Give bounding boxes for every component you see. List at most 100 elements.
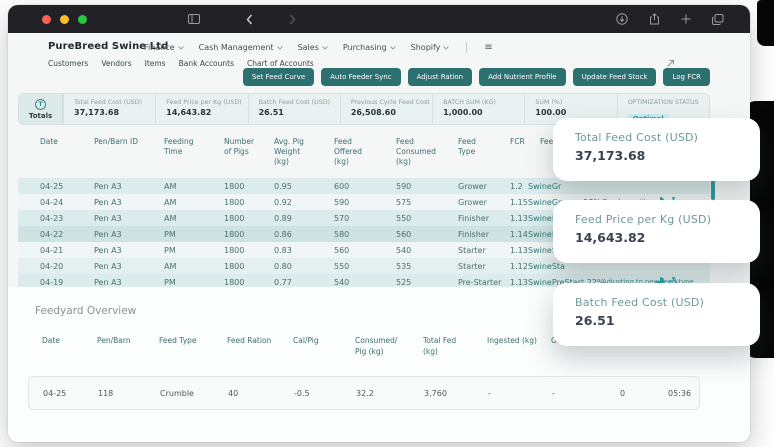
titlebar — [8, 5, 750, 33]
cell-date: 04-24 — [18, 194, 78, 211]
cell-offered: 550 — [318, 258, 380, 275]
kpi-card-value: 26.51 — [575, 313, 615, 328]
cell-offered: 560 — [318, 242, 380, 259]
feed-col-header-0: Date — [40, 137, 58, 146]
cell-fcr: 1.13 — [494, 210, 528, 227]
nav-item-4[interactable]: Shopify — [411, 43, 450, 52]
hamburger-menu-icon[interactable]: ≡ — [484, 42, 492, 53]
kpi-card-feed-price: Feed Price per Kg (USD) 14,643.82 — [553, 200, 760, 263]
nav-item-3[interactable]: Purchasing — [343, 43, 396, 52]
cell-weight: 0.83 — [258, 242, 318, 259]
overview-cell-3: 40 — [228, 388, 239, 398]
cell-offered: 600 — [318, 178, 380, 195]
subnav-item-2[interactable]: Items — [145, 59, 166, 68]
cell-date: 04-25 — [18, 178, 78, 195]
chevron-down-icon — [322, 45, 328, 50]
overview-row[interactable]: 04-25 118 Crumble 40 -0.5 32.2 3,760 - - 0 05:36 — [28, 376, 700, 410]
downloads-icon[interactable] — [616, 13, 628, 25]
subnav-item-4[interactable]: Chart of Accounts — [247, 59, 314, 68]
share-icon[interactable] — [649, 13, 660, 25]
chevron-down-icon — [443, 45, 450, 50]
subnav-item-1[interactable]: Vendors — [101, 59, 131, 68]
totals-item-value: 14,643.82 — [166, 108, 212, 117]
totals-item-3: Previous Cycle Feed Cost 26,508.60 — [339, 94, 432, 124]
totals-tab[interactable]: T Totals — [19, 94, 63, 124]
totals-status-label: OPTIMIZATION STATUS — [627, 99, 699, 106]
cell-consumed: 535 — [380, 258, 442, 275]
cell-offered: 570 — [318, 210, 380, 227]
nav-item-2[interactable]: Sales — [298, 43, 328, 52]
cell-type: Grower — [442, 178, 494, 195]
action-button-4[interactable]: Update Feed Stock — [572, 68, 657, 86]
action-button-2[interactable]: Adjust Ration — [407, 68, 473, 86]
feed-col-header-6: Feed Consumed (kg) — [396, 137, 436, 166]
nav-item-1[interactable]: Cash Management — [199, 43, 283, 52]
overview-cell-1: 118 — [98, 388, 114, 398]
action-button-3[interactable]: Add Nutrient Profile — [479, 68, 566, 86]
tabs-overview-icon[interactable] — [712, 13, 724, 25]
cell-pigs: 1800 — [208, 178, 258, 195]
close-window-button[interactable] — [42, 14, 51, 24]
totals-item-value: 37,173.68 — [74, 108, 120, 117]
main-nav: Finance Cash Management Sales Purchasing Sho… — [144, 42, 493, 53]
back-icon[interactable] — [246, 14, 253, 25]
subnav-item-0[interactable]: Customers — [48, 59, 88, 68]
sidebar-toggle-icon[interactable] — [188, 14, 200, 24]
totals-item-2: Batch Feed Cost (USD) 26.51 — [247, 94, 340, 124]
cell-fcr: 1.14 — [494, 226, 528, 243]
cell-pen: Pen A3 — [78, 194, 148, 211]
feed-col-header-8: FCR — [510, 137, 525, 146]
kpi-card-value: 14,643.82 — [575, 230, 646, 245]
totals-item-value: 26.51 — [258, 108, 284, 117]
cell-pen: Pen A3 — [78, 210, 148, 227]
action-button-1[interactable]: Auto Feeder Sync — [321, 68, 401, 86]
cell-type: Starter — [442, 258, 494, 275]
cell-type: Grower — [442, 194, 494, 211]
action-button-0[interactable]: Set Feed Curve — [242, 68, 315, 86]
cell-date: 04-21 — [18, 242, 78, 259]
action-button-5[interactable]: Log FCR — [663, 68, 710, 86]
feed-col-header-2: Feeding Time — [164, 137, 194, 156]
cell-pigs: 1800 — [208, 226, 258, 243]
cell-fcr: 1.2 — [494, 178, 524, 195]
cell-weight: 0.92 — [258, 194, 318, 211]
totals-item-1: Feed Price per Kg (USD) 14,643.82 — [155, 94, 247, 124]
cell-offered: 580 — [318, 226, 380, 243]
cell-time: AM — [148, 194, 208, 211]
overview-col-header-1: Pen/Barn — [97, 336, 131, 345]
totals-item-value: 1,000.00 — [443, 108, 483, 117]
cell-fcr: 1.13 — [494, 242, 528, 259]
overview-cell-9: 0 — [620, 388, 626, 398]
cell-date: 04-22 — [18, 226, 78, 243]
cell-weight: 0.95 — [258, 178, 318, 195]
kpi-card-batch-feed-cost: Batch Feed Cost (USD) 26.51 — [553, 283, 760, 346]
chevron-down-icon — [177, 45, 184, 50]
minimize-window-button[interactable] — [60, 14, 69, 24]
cell-pen: Pen A3 — [78, 242, 148, 259]
overview-cell-2: Crumble — [160, 388, 194, 398]
cell-offered: 590 — [318, 194, 380, 211]
subnav-item-3[interactable]: Bank Accounts — [179, 59, 234, 68]
nav-item-0[interactable]: Finance — [144, 43, 184, 52]
forward-icon[interactable] — [289, 14, 296, 25]
nav-divider — [466, 42, 468, 53]
overview-col-header-4: Cal/Pig — [293, 336, 319, 345]
totals-item-label: Batch Feed Cost (USD) — [258, 99, 331, 106]
chevron-down-icon — [389, 45, 396, 50]
cell-time: PM — [148, 226, 208, 243]
cell-weight: 0.86 — [258, 226, 318, 243]
section-title: Feedyard Overview — [35, 305, 137, 317]
cell-type: Starter — [442, 242, 494, 259]
cell-pen: Pen A3 — [78, 258, 148, 275]
cell-time: AM — [148, 258, 208, 275]
cell-date: 04-23 — [18, 210, 78, 227]
cell-pen: Pen A3 — [78, 178, 148, 195]
cell-weight: 0.89 — [258, 210, 318, 227]
maximize-window-button[interactable] — [78, 14, 87, 24]
new-tab-icon[interactable] — [681, 14, 691, 24]
totals-icon: T — [35, 98, 46, 110]
feed-col-header-5: Feed Offered (kg) — [334, 137, 362, 166]
overview-cell-8: - — [552, 388, 555, 398]
cell-date: 04-20 — [18, 258, 78, 275]
nav-item-label: Finance — [144, 43, 175, 52]
